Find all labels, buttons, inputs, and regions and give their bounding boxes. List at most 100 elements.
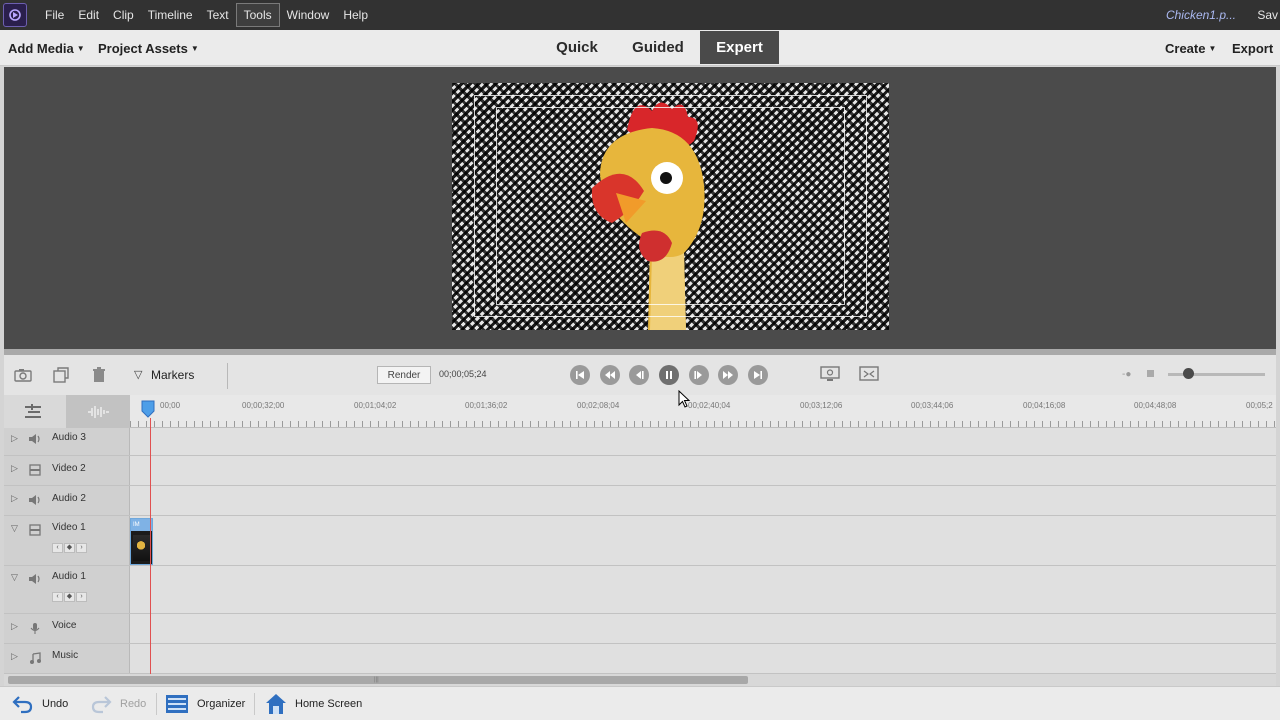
tick-label: 00;04;16;08: [1023, 401, 1066, 410]
scrollbar-grip-icon: |||: [374, 677, 379, 683]
next-keyframe-button[interactable]: ›: [76, 543, 87, 553]
tab-guided[interactable]: Guided: [622, 31, 694, 64]
redo-button[interactable]: Redo: [90, 687, 146, 720]
zoom-small-icon[interactable]: [1147, 370, 1154, 377]
menu-window[interactable]: Window: [280, 4, 337, 26]
premiere-elements-window: File Edit Clip Timeline Text Tools Windo…: [0, 0, 1280, 720]
create-button[interactable]: Create ▼: [1165, 30, 1216, 66]
fast-forward-button[interactable]: [718, 365, 738, 385]
track-lane[interactable]: [130, 614, 1276, 643]
expand-arrow-icon[interactable]: ▷: [11, 621, 18, 632]
track-header: ▷ Voice: [4, 614, 130, 643]
next-keyframe-button[interactable]: ›: [76, 592, 87, 602]
render-button[interactable]: Render: [377, 366, 431, 384]
copy-icon[interactable]: [51, 366, 71, 384]
tick-label: 00;00: [160, 401, 181, 410]
safe-title-margin: [496, 107, 845, 305]
expand-arrow-icon[interactable]: ▷: [11, 493, 18, 504]
zoom-out-icon[interactable]: -●: [1122, 369, 1131, 380]
timeline-toolbar: ▽ Markers Render 00;00;05;24 -●: [4, 355, 1276, 395]
fullscreen-icon[interactable]: [859, 365, 879, 383]
track-voice: ▷ Voice: [4, 614, 1276, 644]
playhead-line[interactable]: [150, 418, 151, 674]
track-options-icon[interactable]: [22, 403, 44, 421]
app-logo-icon: [3, 3, 27, 27]
step-back-button[interactable]: [629, 365, 649, 385]
film-icon[interactable]: [28, 524, 42, 536]
track-header: ▷ Audio 3: [4, 428, 130, 455]
track-music: ▷ Music: [4, 644, 1276, 674]
monitor-icon[interactable]: [820, 365, 840, 383]
speaker-icon[interactable]: [28, 494, 42, 506]
prev-keyframe-button[interactable]: ‹: [52, 543, 63, 553]
tab-expert[interactable]: Expert: [700, 31, 779, 64]
go-to-end-button[interactable]: [748, 365, 768, 385]
undo-label: Undo: [42, 698, 69, 710]
add-keyframe-button[interactable]: ◆: [64, 592, 75, 602]
keyframe-controls: ‹ ◆ ›: [52, 543, 87, 553]
music-note-icon[interactable]: [28, 652, 42, 664]
film-icon[interactable]: [28, 464, 42, 476]
track-lane[interactable]: [130, 428, 1276, 455]
microphone-icon[interactable]: [28, 622, 42, 634]
speaker-icon[interactable]: [28, 573, 42, 585]
trash-icon[interactable]: [89, 366, 109, 384]
current-timecode[interactable]: 00;00;05;24: [439, 369, 487, 379]
marker-icon[interactable]: ▽: [134, 368, 142, 381]
track-lane[interactable]: [130, 566, 1276, 613]
undo-arrow-icon: [12, 696, 33, 714]
save-link[interactable]: Sav: [1257, 8, 1278, 22]
bottom-separator: [254, 693, 255, 715]
home-screen-label: Home Screen: [295, 698, 363, 710]
rewind-button[interactable]: [600, 365, 620, 385]
zoom-slider-thumb[interactable]: [1183, 368, 1194, 379]
home-screen-button[interactable]: Home Screen: [265, 687, 362, 720]
timeline-horizontal-scrollbar[interactable]: |||: [4, 674, 1276, 686]
audio-waveform-icon[interactable]: [66, 395, 130, 428]
menu-text[interactable]: Text: [200, 4, 236, 26]
track-header: ▷ Audio 2: [4, 486, 130, 515]
menu-timeline[interactable]: Timeline: [141, 4, 200, 26]
track-lane[interactable]: [130, 516, 1276, 565]
add-media-button[interactable]: Add Media ▼: [8, 30, 85, 66]
expand-arrow-icon[interactable]: ▷: [11, 651, 18, 662]
video-preview[interactable]: [452, 83, 889, 330]
step-forward-button[interactable]: [689, 365, 709, 385]
prev-keyframe-button[interactable]: ‹: [52, 592, 63, 602]
organizer-button[interactable]: Organizer: [165, 687, 245, 720]
add-keyframe-button[interactable]: ◆: [64, 543, 75, 553]
track-lane[interactable]: [130, 456, 1276, 485]
playhead-handle-icon[interactable]: [140, 400, 156, 418]
undo-button[interactable]: Undo: [12, 687, 68, 720]
markers-dropdown[interactable]: Markers: [151, 368, 194, 382]
pause-button[interactable]: [659, 365, 679, 385]
ruler-ticks: [130, 421, 1276, 427]
go-to-start-button[interactable]: [570, 365, 590, 385]
menu-bar: File Edit Clip Timeline Text Tools Windo…: [0, 0, 1280, 30]
expand-arrow-icon[interactable]: ▷: [11, 463, 18, 474]
tab-quick[interactable]: Quick: [546, 31, 608, 64]
menu-clip[interactable]: Clip: [106, 4, 141, 26]
camera-icon[interactable]: [13, 366, 33, 384]
mouse-cursor-icon: [678, 390, 690, 408]
collapse-arrow-icon[interactable]: ▽: [11, 523, 18, 534]
expand-arrow-icon[interactable]: ▷: [11, 433, 18, 444]
menu-edit[interactable]: Edit: [71, 4, 106, 26]
menu-file[interactable]: File: [38, 4, 71, 26]
export-button[interactable]: Export: [1232, 30, 1273, 66]
timeline-ruler[interactable]: 00;00 00;00;32;00 00;01;04;02 00;01;36;0…: [130, 395, 1276, 428]
menu-tools[interactable]: Tools: [235, 3, 280, 27]
track-lane[interactable]: [130, 644, 1276, 673]
project-assets-button[interactable]: Project Assets ▼: [98, 30, 199, 66]
tick-label: 00;03;12;06: [800, 401, 843, 410]
collapse-arrow-icon[interactable]: ▽: [11, 572, 18, 583]
add-media-label: Add Media: [8, 40, 74, 56]
track-video-2: ▷ Video 2: [4, 456, 1276, 486]
tick-label: 00;05;2: [1246, 401, 1273, 410]
menu-help[interactable]: Help: [336, 4, 375, 26]
speaker-icon[interactable]: [28, 433, 42, 445]
organizer-label: Organizer: [197, 698, 246, 710]
clip-badge: IM: [131, 519, 152, 531]
project-assets-label: Project Assets: [98, 40, 188, 56]
track-lane[interactable]: [130, 486, 1276, 515]
